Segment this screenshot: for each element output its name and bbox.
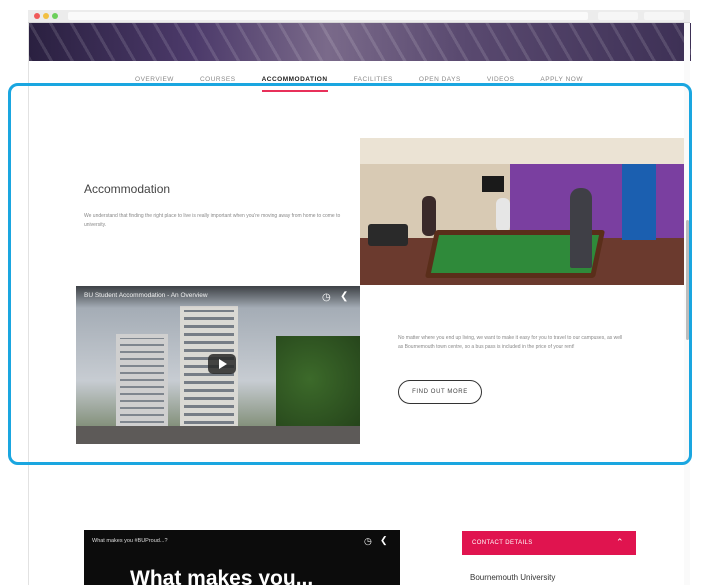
highlight-box (8, 83, 692, 465)
share-icon[interactable]: ❮ (380, 535, 388, 546)
clock-icon[interactable]: ◷ (364, 536, 372, 547)
video-overlay-text: What makes you... (130, 567, 314, 585)
maximize-window-icon[interactable] (52, 13, 58, 19)
minimize-window-icon[interactable] (43, 13, 49, 19)
university-name: Bournemouth University (470, 573, 556, 582)
browser-chrome (28, 10, 690, 23)
hero-banner (29, 23, 691, 61)
buproud-video[interactable]: What makes you #BUProud...? ◷ ❮ What mak… (84, 530, 400, 585)
browser-button[interactable] (598, 12, 638, 20)
contact-details-toggle[interactable]: CONTACT DETAILS ⌃ (462, 531, 636, 555)
close-window-icon[interactable] (34, 13, 40, 19)
video-title: What makes you #BUProud...? (92, 538, 168, 544)
contact-header: CONTACT DETAILS (472, 540, 533, 546)
address-bar[interactable] (68, 12, 588, 20)
browser-button[interactable] (644, 12, 684, 20)
chevron-up-icon: ⌃ (616, 537, 624, 547)
